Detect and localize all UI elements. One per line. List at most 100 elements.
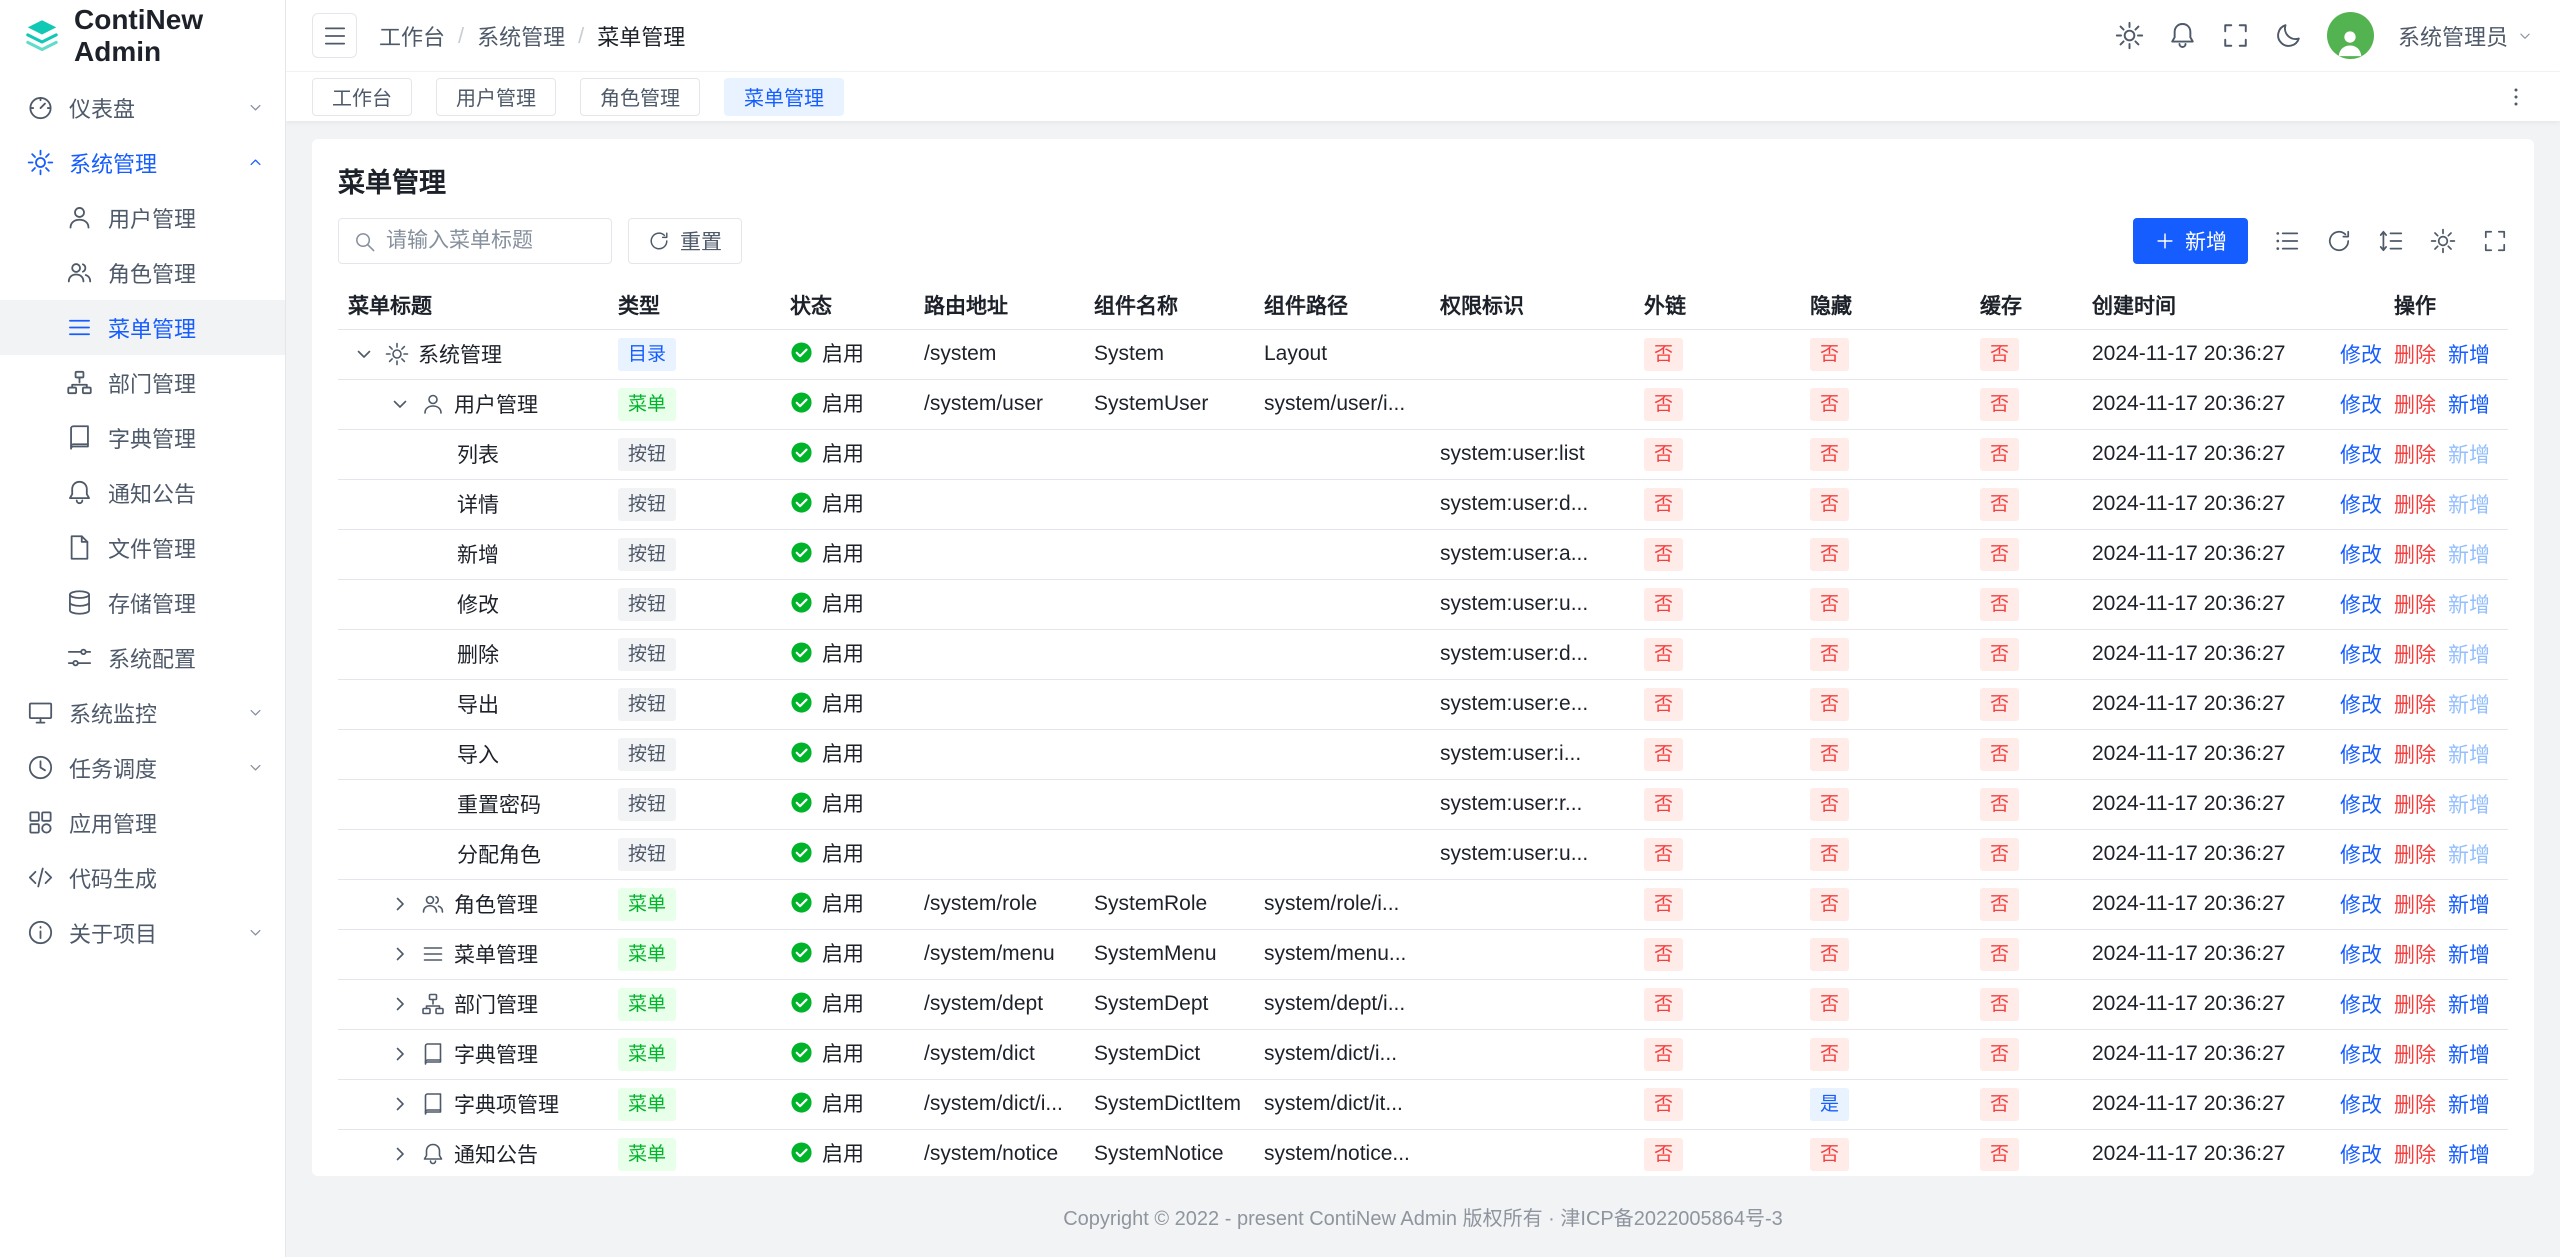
delete-link[interactable]: 删除 [2394,394,2436,417]
logo[interactable]: ContiNew Admin [0,0,285,72]
delete-link[interactable]: 删除 [2394,744,2436,767]
chevron-right-icon[interactable] [388,942,412,966]
chevron-right-icon[interactable] [388,1142,412,1166]
modify-link[interactable]: 修改 [2340,494,2382,517]
modify-link[interactable]: 修改 [2340,794,2382,817]
delete-link[interactable]: 删除 [2394,494,2436,517]
modify-link[interactable]: 修改 [2340,1094,2382,1117]
add-button[interactable]: 新增 [2133,218,2248,264]
delete-link[interactable]: 删除 [2394,694,2436,717]
sidebar-subitem[interactable]: 文件管理 [0,520,285,575]
modify-link[interactable]: 修改 [2340,644,2382,667]
delete-link[interactable]: 删除 [2394,644,2436,667]
sidebar-subitem[interactable]: 角色管理 [0,245,285,300]
modify-link[interactable]: 修改 [2340,994,2382,1017]
delete-link[interactable]: 删除 [2394,594,2436,617]
modify-link[interactable]: 修改 [2340,894,2382,917]
modify-link[interactable]: 修改 [2340,744,2382,767]
chevron-right-icon[interactable] [388,1092,412,1116]
add-link[interactable]: 新增 [2448,1044,2490,1067]
add-link[interactable]: 新增 [2448,644,2490,667]
tab[interactable]: 菜单管理 [724,78,844,116]
add-link[interactable]: 新增 [2448,1094,2490,1117]
delete-link[interactable]: 删除 [2394,1144,2436,1167]
search-input[interactable] [386,229,597,253]
delete-link[interactable]: 删除 [2394,894,2436,917]
chevron-down-icon[interactable] [388,392,412,416]
delete-link[interactable]: 删除 [2394,944,2436,967]
stripe-icon[interactable] [2274,228,2300,254]
reset-button[interactable]: 重置 [628,218,742,264]
tab[interactable]: 工作台 [312,78,412,116]
add-link[interactable]: 新增 [2448,394,2490,417]
sidebar-item[interactable]: 应用管理 [0,795,285,850]
chevron-right-icon[interactable] [388,1042,412,1066]
add-link[interactable]: 新增 [2448,994,2490,1017]
dark-mode-moon-icon[interactable] [2274,21,2303,50]
add-link[interactable]: 新增 [2448,344,2490,367]
delete-link[interactable]: 删除 [2394,444,2436,467]
sidebar-item[interactable]: 系统监控 [0,685,285,740]
sidebar-item[interactable]: 任务调度 [0,740,285,795]
tab-more-button[interactable] [2498,79,2534,115]
sidebar-subitem[interactable]: 存储管理 [0,575,285,630]
fullscreen-icon[interactable] [2221,21,2250,50]
delete-link[interactable]: 删除 [2394,994,2436,1017]
refresh-table-icon[interactable] [2326,228,2352,254]
sidebar-subitem[interactable]: 菜单管理 [0,300,285,355]
sidebar-subitem[interactable]: 用户管理 [0,190,285,245]
search-box[interactable] [338,218,612,264]
delete-link[interactable]: 删除 [2394,1094,2436,1117]
modify-link[interactable]: 修改 [2340,444,2382,467]
add-link[interactable]: 新增 [2448,1144,2490,1167]
chevron-right-icon[interactable] [388,892,412,916]
add-link[interactable]: 新增 [2448,694,2490,717]
modify-link[interactable]: 修改 [2340,844,2382,867]
delete-link[interactable]: 删除 [2394,1044,2436,1067]
add-link[interactable]: 新增 [2448,844,2490,867]
sidebar-subitem[interactable]: 部门管理 [0,355,285,410]
delete-link[interactable]: 删除 [2394,794,2436,817]
modify-link[interactable]: 修改 [2340,344,2382,367]
breadcrumb-item[interactable]: 工作台 [379,20,445,52]
add-link[interactable]: 新增 [2448,594,2490,617]
modify-link[interactable]: 修改 [2340,1044,2382,1067]
modify-link[interactable]: 修改 [2340,944,2382,967]
sidebar-collapse-button[interactable] [312,13,357,58]
add-link[interactable]: 新增 [2448,794,2490,817]
table-fullscreen-icon[interactable] [2482,228,2508,254]
sidebar-item[interactable]: 关于项目 [0,905,285,960]
sidebar-item[interactable]: 系统管理 [0,135,285,190]
notification-bell-icon[interactable] [2168,21,2197,50]
delete-link[interactable]: 删除 [2394,544,2436,567]
delete-link[interactable]: 删除 [2394,844,2436,867]
row-height-icon[interactable] [2378,228,2404,254]
add-link[interactable]: 新增 [2448,444,2490,467]
chevron-right-icon[interactable] [388,992,412,1016]
modify-link[interactable]: 修改 [2340,1144,2382,1167]
tab[interactable]: 角色管理 [580,78,700,116]
modify-link[interactable]: 修改 [2340,694,2382,717]
sidebar-item[interactable]: 代码生成 [0,850,285,905]
chevron-down-icon[interactable] [352,342,376,366]
add-link[interactable]: 新增 [2448,944,2490,967]
sidebar-item[interactable]: 仪表盘 [0,80,285,135]
breadcrumb-item[interactable]: 菜单管理 [597,20,685,52]
add-link[interactable]: 新增 [2448,494,2490,517]
sidebar-subitem[interactable]: 通知公告 [0,465,285,520]
add-link[interactable]: 新增 [2448,544,2490,567]
modify-link[interactable]: 修改 [2340,594,2382,617]
modify-link[interactable]: 修改 [2340,394,2382,417]
breadcrumb-item[interactable]: 系统管理 [477,20,565,52]
tab[interactable]: 用户管理 [436,78,556,116]
add-link[interactable]: 新增 [2448,894,2490,917]
column-settings-icon[interactable] [2430,228,2456,254]
modify-link[interactable]: 修改 [2340,544,2382,567]
avatar[interactable] [2327,12,2374,59]
sidebar-subitem[interactable]: 字典管理 [0,410,285,465]
sidebar-subitem[interactable]: 系统配置 [0,630,285,685]
add-link[interactable]: 新增 [2448,744,2490,767]
delete-link[interactable]: 删除 [2394,344,2436,367]
user-menu[interactable]: 系统管理员 [2398,20,2534,52]
settings-gear-icon[interactable] [2115,21,2144,50]
